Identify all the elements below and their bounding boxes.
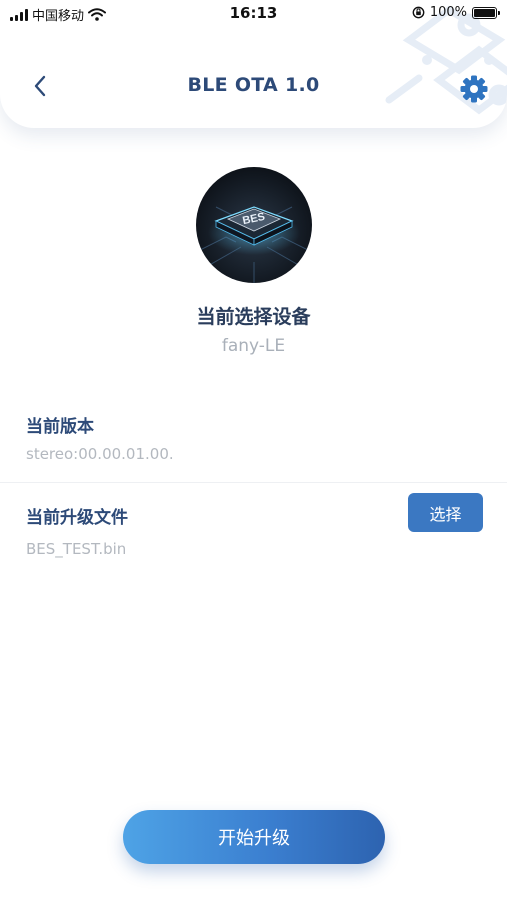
device-chip-image: BES <box>196 167 312 283</box>
version-title: 当前版本 <box>26 417 94 437</box>
status-bar: 中国移动 16:13 100% <box>0 0 507 28</box>
header-bar: 中国移动 16:13 100% BLE OTA 1.0 <box>0 0 507 128</box>
start-upgrade-button[interactable]: 开始升级 <box>123 810 385 864</box>
orientation-lock-icon <box>412 6 425 19</box>
page-title: BLE OTA 1.0 <box>187 74 320 96</box>
device-name: fany-LE <box>221 336 286 356</box>
gear-icon[interactable] <box>459 74 489 104</box>
divider <box>0 482 507 483</box>
version-value: stereo:00.00.01.00. <box>26 445 174 463</box>
device-label: 当前选择设备 <box>196 306 311 328</box>
battery-percent: 100% <box>429 5 467 20</box>
select-file-button[interactable]: 选择 <box>408 493 483 532</box>
battery-icon <box>472 6 500 19</box>
upgrade-file-title: 当前升级文件 <box>26 508 128 528</box>
upgrade-file-value: BES_TEST.bin <box>26 540 127 558</box>
ota-screen: 中国移动 16:13 100% BLE OTA 1.0 BES 当前选择设备 f… <box>0 0 507 900</box>
